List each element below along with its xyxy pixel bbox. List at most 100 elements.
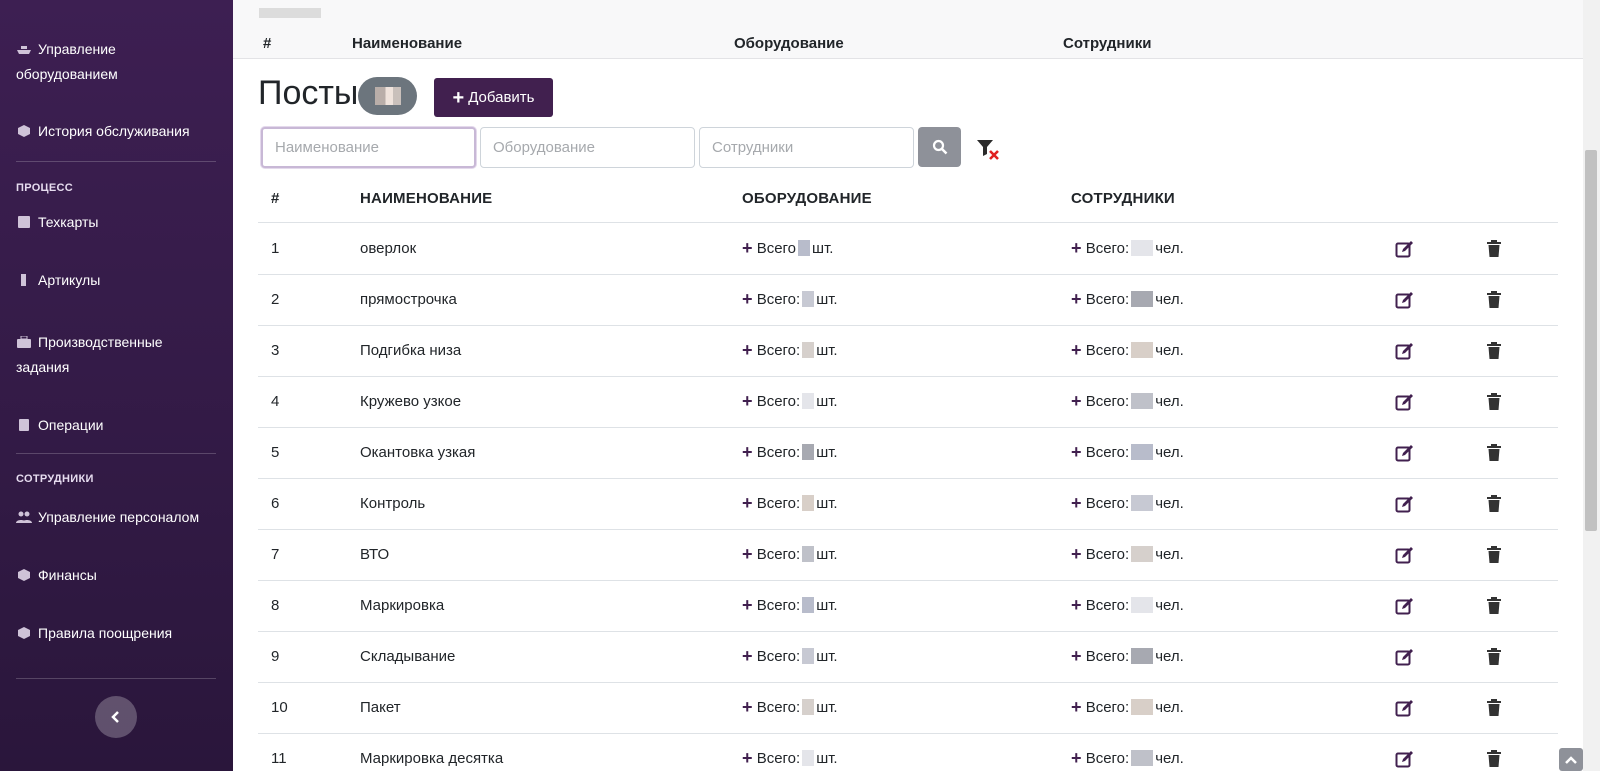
- sidebar-item-techcards[interactable]: Техкарты: [16, 210, 216, 235]
- edit-button[interactable]: [1393, 288, 1417, 312]
- row-equipment[interactable]: + Всего шт.: [742, 238, 833, 258]
- edit-button[interactable]: [1393, 492, 1417, 516]
- column-header-name: НАИМЕНОВАНИЕ: [360, 190, 493, 207]
- equipment-count-redacted: [802, 393, 815, 409]
- table-row: 2 прямострочка + Всего: шт. + Всего: чел.: [258, 275, 1558, 326]
- add-button[interactable]: + Добавить: [434, 78, 553, 117]
- equipment-filter-input[interactable]: [480, 127, 695, 168]
- sidebar-collapse-button[interactable]: [95, 696, 137, 738]
- cube-icon: [18, 125, 30, 137]
- row-equipment[interactable]: + Всего: шт.: [742, 545, 838, 563]
- sidebar-item-operations[interactable]: Операции: [16, 413, 216, 438]
- plus-icon: +: [742, 289, 753, 309]
- sidebar-item-label: История обслуживания: [38, 123, 190, 139]
- sidebar-item-equipment-management[interactable]: Управление оборудованием: [16, 37, 216, 87]
- equipment-unit: шт.: [816, 291, 838, 308]
- clear-filter-button[interactable]: [976, 138, 1002, 162]
- row-equipment[interactable]: + Всего: шт.: [742, 443, 838, 461]
- delete-button[interactable]: [1482, 696, 1506, 720]
- employees-count-redacted: [1131, 393, 1154, 409]
- clipboard-icon: [19, 419, 29, 431]
- row-employees[interactable]: + Всего: чел.: [1071, 647, 1184, 665]
- trash-icon: [1487, 393, 1501, 410]
- employees-filter-input[interactable]: [699, 127, 914, 168]
- row-employees[interactable]: + Всего: чел.: [1071, 341, 1184, 359]
- edit-icon: [1395, 496, 1413, 513]
- sidebar-item-maintenance-history[interactable]: История обслуживания: [16, 119, 216, 144]
- table-row: 10 Пакет + Всего: шт. + Всего: чел.: [258, 683, 1558, 734]
- edit-button[interactable]: [1393, 594, 1417, 618]
- chevron-up-icon: [1565, 755, 1577, 764]
- equipment-unit: шт.: [816, 699, 838, 716]
- edit-button[interactable]: [1393, 237, 1417, 261]
- row-employees[interactable]: + Всего: чел.: [1071, 239, 1184, 257]
- sidebar-item-personnel[interactable]: Управление персоналом: [16, 505, 216, 530]
- employees-unit: чел.: [1155, 291, 1184, 308]
- employees-unit: чел.: [1155, 240, 1184, 257]
- equipment-prefix: Всего:: [756, 342, 801, 359]
- plus-icon: +: [1071, 442, 1082, 462]
- plus-icon: +: [1071, 391, 1082, 411]
- cube-icon: [18, 569, 30, 581]
- employees-prefix: Всего:: [1085, 444, 1130, 461]
- row-employees[interactable]: + Всего: чел.: [1071, 391, 1184, 411]
- plus-icon: +: [742, 238, 753, 258]
- edit-button[interactable]: [1393, 339, 1417, 363]
- edit-button[interactable]: [1393, 645, 1417, 669]
- edit-button[interactable]: [1393, 543, 1417, 567]
- delete-button[interactable]: [1482, 390, 1506, 414]
- delete-button[interactable]: [1482, 594, 1506, 618]
- edit-button[interactable]: [1393, 696, 1417, 720]
- delete-button[interactable]: [1482, 645, 1506, 669]
- edit-button[interactable]: [1393, 747, 1417, 771]
- equipment-prefix: Всего:: [756, 393, 801, 410]
- row-employees[interactable]: + Всего: чел.: [1071, 494, 1184, 512]
- employees-count-redacted: [1131, 240, 1154, 256]
- column-header-equipment: ОБОРУДОВАНИЕ: [742, 190, 872, 207]
- delete-button[interactable]: [1482, 543, 1506, 567]
- scrollbar-thumb[interactable]: [1585, 150, 1597, 531]
- row-employees[interactable]: + Всего: чел.: [1071, 595, 1184, 615]
- table-row: 8 Маркировка + Всего: шт. + Всего: чел.: [258, 581, 1558, 632]
- row-equipment[interactable]: + Всего: шт.: [742, 647, 838, 665]
- sticky-table-header: # Наименование Оборудование Сотрудники: [233, 0, 1583, 59]
- row-employees[interactable]: + Всего: чел.: [1071, 290, 1184, 308]
- name-filter-input[interactable]: [261, 127, 476, 168]
- add-button-label: Добавить: [468, 89, 535, 106]
- row-equipment[interactable]: + Всего: шт.: [742, 341, 838, 359]
- plus-icon: +: [1071, 595, 1082, 615]
- edit-button[interactable]: [1393, 441, 1417, 465]
- row-equipment[interactable]: + Всего: шт.: [742, 596, 838, 614]
- search-button[interactable]: [918, 127, 961, 167]
- row-equipment[interactable]: + Всего: шт.: [742, 392, 838, 410]
- count-badge: [358, 77, 417, 115]
- employees-prefix: Всего:: [1085, 291, 1130, 308]
- row-equipment[interactable]: + Всего: шт.: [742, 749, 838, 767]
- scroll-to-top-button[interactable]: [1559, 748, 1583, 771]
- row-equipment[interactable]: + Всего: шт.: [742, 289, 838, 309]
- sidebar-item-articles[interactable]: Артикулы: [16, 268, 216, 293]
- row-name: Контроль: [360, 495, 426, 512]
- row-employees[interactable]: + Всего: чел.: [1071, 442, 1184, 462]
- equipment-count-redacted: [802, 495, 815, 511]
- sidebar-item-production-tasks[interactable]: Производственные задания: [16, 330, 216, 380]
- edit-button[interactable]: [1393, 390, 1417, 414]
- delete-button[interactable]: [1482, 288, 1506, 312]
- delete-button[interactable]: [1482, 237, 1506, 261]
- row-employees[interactable]: + Всего: чел.: [1071, 545, 1184, 563]
- row-name: Пакет: [360, 699, 401, 716]
- delete-button[interactable]: [1482, 747, 1506, 771]
- equipment-prefix: Всего:: [756, 546, 801, 563]
- row-equipment[interactable]: + Всего: шт.: [742, 494, 838, 512]
- delete-button[interactable]: [1482, 441, 1506, 465]
- row-employees[interactable]: + Всего: чел.: [1071, 698, 1184, 716]
- sidebar-item-reward-rules[interactable]: Правила поощрения: [16, 621, 216, 646]
- row-employees[interactable]: + Всего: чел.: [1071, 749, 1184, 767]
- employees-unit: чел.: [1155, 750, 1184, 767]
- delete-button[interactable]: [1482, 492, 1506, 516]
- sidebar-item-finance[interactable]: Финансы: [16, 563, 216, 588]
- delete-button[interactable]: [1482, 339, 1506, 363]
- row-equipment[interactable]: + Всего: шт.: [742, 698, 838, 716]
- sidebar-item-label: Артикулы: [38, 272, 101, 288]
- row-number: 1: [271, 240, 280, 257]
